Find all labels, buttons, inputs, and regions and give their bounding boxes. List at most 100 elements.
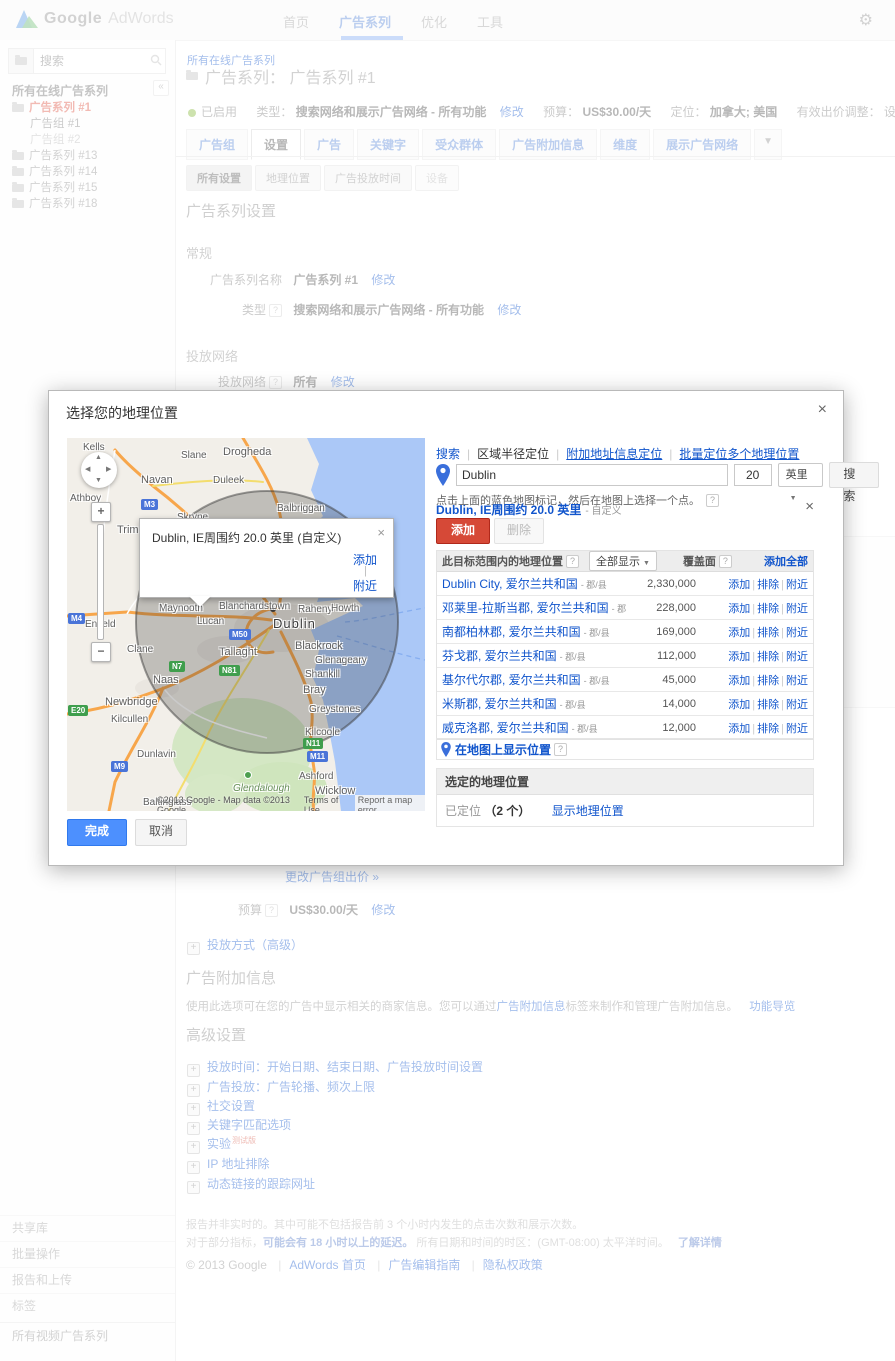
road-badge: N11: [303, 738, 323, 749]
table-row: 米斯郡, 爱尔兰共和国- 郡/县 14,000 添加|排除|附近: [437, 692, 813, 716]
location-search-input[interactable]: [456, 464, 728, 486]
result-close-icon[interactable]: ×: [805, 498, 814, 515]
road-badge: M3: [141, 499, 158, 510]
map-label: Kilcoole: [305, 727, 340, 738]
nearby-link[interactable]: 附近: [786, 579, 808, 591]
nearby-link[interactable]: 附近: [786, 627, 808, 639]
nearby-link[interactable]: 附近: [786, 675, 808, 687]
table-header: 此目标范围内的地理位置 ? 全部显示▼ 覆盖面 ? 添加全部: [437, 551, 813, 572]
map-canvas[interactable]: Kells Slane Drogheda Navan Duleek Athboy…: [67, 438, 425, 811]
dialog-close-icon[interactable]: ×: [818, 401, 827, 419]
table-row: Dublin City, 爱尔兰共和国- 郡/县 2,330,000 添加|排除…: [437, 572, 813, 596]
done-button[interactable]: 完成: [67, 819, 127, 846]
location-link[interactable]: 邓莱里-拉斯当郡, 爱尔兰共和国: [442, 601, 609, 615]
unit-dropdown[interactable]: 英里▼: [778, 463, 824, 487]
tab-radius-targeting[interactable]: 区域半径定位: [477, 447, 549, 461]
exclude-link[interactable]: 排除: [757, 651, 779, 663]
nearby-link[interactable]: 附近: [786, 651, 808, 663]
map-label: Glenageary: [315, 655, 367, 666]
map-label: Lucan: [197, 616, 224, 627]
exclude-link[interactable]: 排除: [757, 603, 779, 615]
info-window-pointer: [189, 596, 211, 607]
selected-locations-heading: 选定的地理位置: [437, 769, 813, 795]
help-icon[interactable]: ?: [566, 555, 579, 568]
tab-search[interactable]: 搜索: [436, 447, 460, 461]
locations-in-range-table: 此目标范围内的地理位置 ? 全部显示▼ 覆盖面 ? 添加全部 Dublin Ci…: [436, 550, 814, 740]
exclude-link[interactable]: 排除: [757, 579, 779, 591]
radius-search-row: 英里▼ 搜索: [436, 462, 879, 488]
location-link[interactable]: 南都柏林郡, 爱尔兰共和国: [442, 625, 581, 639]
add-link[interactable]: 添加: [728, 675, 750, 687]
report-map-error-link[interactable]: Report a map error: [355, 795, 425, 812]
road-badge: N7: [169, 661, 185, 672]
map-label: Blackrock: [295, 640, 343, 652]
radius-input[interactable]: [734, 464, 772, 486]
add-link[interactable]: 添加: [728, 651, 750, 663]
exclude-link[interactable]: 排除: [757, 699, 779, 711]
info-window-nearby-link[interactable]: 附近: [353, 577, 377, 594]
terms-of-use-link[interactable]: Terms of Use: [304, 795, 349, 812]
road-badge: N81: [219, 665, 240, 676]
add-link[interactable]: 添加: [728, 579, 750, 591]
table-row: 邓莱里-拉斯当郡, 爱尔兰共和国- 郡/县 228,000 添加|排除|附近: [437, 596, 813, 620]
map-pin-icon[interactable]: [436, 464, 450, 486]
cancel-button[interactable]: 取消: [135, 819, 187, 846]
location-link[interactable]: 米斯郡, 爱尔兰共和国: [442, 697, 557, 711]
show-all-dropdown[interactable]: 全部显示▼: [589, 551, 657, 571]
exclude-link[interactable]: 排除: [757, 627, 779, 639]
add-link[interactable]: 添加: [728, 699, 750, 711]
table-row: 威克洛郡, 爱尔兰共和国- 郡/县 12,000 添加|排除|附近: [437, 716, 813, 739]
exclude-link[interactable]: 排除: [757, 723, 779, 735]
location-link[interactable]: 基尔代尔郡, 爱尔兰共和国: [442, 673, 581, 687]
pan-up-icon[interactable]: ▲: [95, 454, 102, 461]
reach-value: 228,000: [626, 602, 696, 614]
add-link[interactable]: 添加: [728, 603, 750, 615]
exclude-link[interactable]: 排除: [757, 675, 779, 687]
show-on-map-link[interactable]: 在地图上显示位置: [455, 741, 551, 758]
map-label: Howth: [331, 603, 359, 614]
help-icon[interactable]: ?: [706, 494, 719, 507]
remove-location-button[interactable]: 删除: [494, 518, 544, 544]
location-picker-dialog: 选择您的地理位置 ×: [48, 390, 844, 866]
tab-location-extension[interactable]: 附加地址信息定位: [566, 447, 662, 461]
map-label: Shankill: [305, 669, 340, 680]
pan-right-icon[interactable]: ▶: [106, 465, 111, 473]
road-badge: E20: [68, 705, 88, 716]
map-label: Clane: [127, 644, 153, 655]
help-icon[interactable]: ?: [719, 555, 732, 568]
add-link[interactable]: 添加: [728, 627, 750, 639]
location-link[interactable]: 芬戈郡, 爱尔兰共和国: [442, 649, 557, 663]
nearby-link[interactable]: 附近: [786, 699, 808, 711]
info-window-text: Dublin, IE周围约 20.0 英里 (自定义): [152, 529, 341, 546]
map-label: Ashford: [299, 771, 333, 782]
add-link[interactable]: 添加: [728, 723, 750, 735]
nearby-link[interactable]: 附近: [786, 603, 808, 615]
map-label: Bray: [303, 684, 326, 696]
map-pan-control[interactable]: ▲ ▼ ◀ ▶: [81, 452, 117, 488]
location-link[interactable]: Dublin City, 爱尔兰共和国: [442, 577, 578, 591]
chevron-down-icon: ▼: [790, 495, 797, 502]
nearby-link[interactable]: 附近: [786, 723, 808, 735]
road-badge: M9: [111, 761, 128, 772]
zoom-out-button[interactable]: −: [91, 642, 111, 662]
show-locations-link[interactable]: 显示地理位置: [552, 804, 624, 818]
info-window-close-icon[interactable]: ×: [377, 525, 385, 540]
zoom-slider[interactable]: [97, 524, 104, 640]
map-label: Balbriggan: [277, 503, 325, 514]
pan-down-icon[interactable]: ▼: [95, 477, 102, 484]
zoom-in-button[interactable]: +: [91, 502, 111, 522]
map-tiles: [67, 438, 425, 811]
tab-bulk-locations[interactable]: 批量定位多个地理位置: [679, 447, 799, 461]
search-button[interactable]: 搜索: [829, 462, 879, 488]
add-all-link[interactable]: 添加全部: [764, 553, 808, 569]
location-link[interactable]: 威克洛郡, 爱尔兰共和国: [442, 721, 569, 735]
add-location-button[interactable]: 添加: [436, 518, 490, 544]
help-icon[interactable]: ?: [554, 743, 567, 756]
road-badge: M50: [229, 629, 251, 640]
road-badge: M4: [68, 613, 85, 624]
map-label: Kilcullen: [111, 714, 148, 725]
targeted-count: （2 个）: [484, 804, 530, 818]
col-locations-header: 此目标范围内的地理位置: [442, 553, 563, 569]
pan-left-icon[interactable]: ◀: [85, 465, 90, 473]
radius-result-title: Dublin, IE周围约 20.0 英里- 自定义: [436, 501, 621, 518]
